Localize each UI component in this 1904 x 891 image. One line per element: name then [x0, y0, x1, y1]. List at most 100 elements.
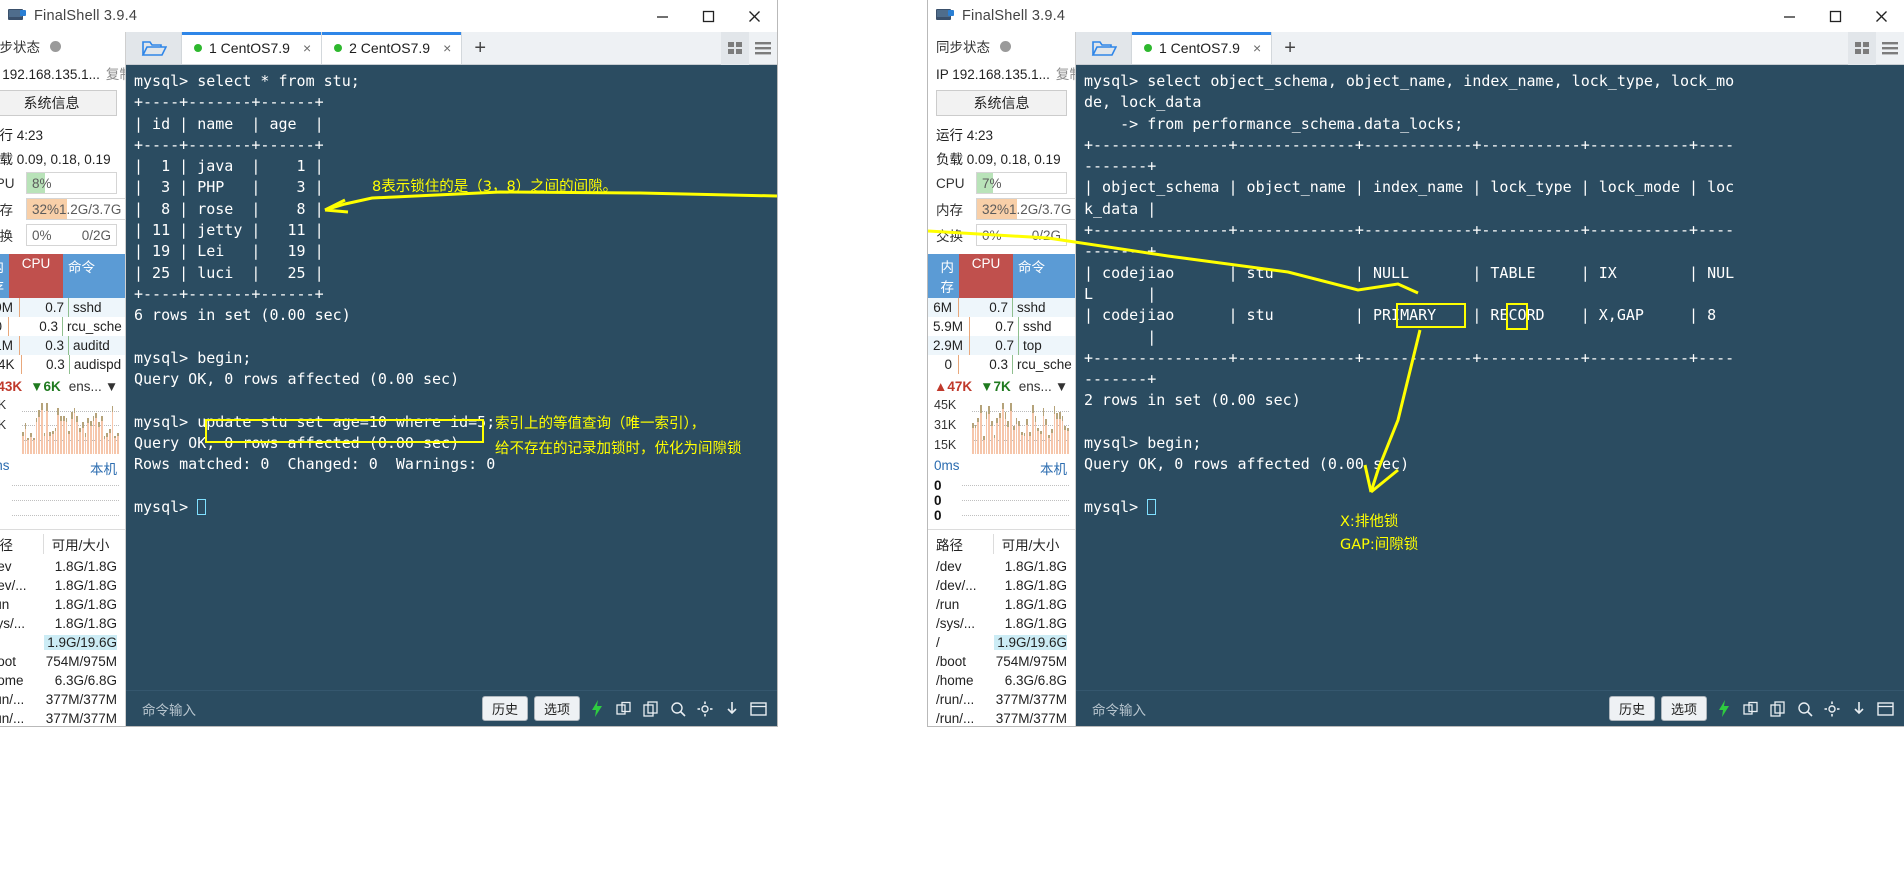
process-row[interactable]: 5.9M0.7sshd	[928, 317, 1075, 336]
terminal-cursor	[197, 498, 207, 515]
process-row[interactable]: 5.9M0.7sshd	[0, 298, 125, 317]
disk-row[interactable]: /sys/... 1.8G/1.8G	[0, 614, 125, 633]
uptime-label: 运行 4:23	[0, 128, 44, 143]
tab-close-icon[interactable]: ×	[443, 40, 451, 56]
copy-ip-button[interactable]: 复制	[1056, 63, 1075, 83]
disk-row[interactable]: /run/... 377M/377M	[0, 690, 125, 709]
tab-2[interactable]: 2 CentOS7.9 ×	[322, 32, 463, 64]
copy-icon[interactable]	[640, 698, 661, 719]
disk-row[interactable]: /boot 754M/975M	[928, 652, 1075, 671]
process-table-right: 6M 0.7 sshd 5.9M 0.7 sshd 2.9M 0.7 top 0 0.3 rcu_sc…	[928, 298, 1075, 374]
minimize-button[interactable]	[639, 0, 685, 32]
terminal-output-left[interactable]: mysql> select * from stu; +----+-------+-…	[126, 65, 777, 690]
swap-meter-row: 交换 0% 0/2G	[0, 222, 125, 248]
copy-ip-button[interactable]: 复制	[106, 63, 125, 83]
process-row[interactable]: 00.3 rcu_sche	[0, 317, 125, 336]
history-button[interactable]: 历史	[481, 696, 528, 721]
fullscreen-icon[interactable]	[1875, 698, 1896, 719]
load-average-label: 负载 0.09, 0.18, 0.19	[0, 152, 111, 167]
tab-1[interactable]: 1 CentOS7.9 ×	[182, 32, 323, 64]
process-row[interactable]: 6M 0.7 sshd	[928, 298, 1075, 317]
command-input-right[interactable]: 命令输入	[1084, 699, 1146, 719]
command-input-left[interactable]: 命令输入	[134, 699, 196, 719]
disk-row[interactable]: /dev/... 1.8G/1.8G	[0, 576, 125, 595]
transfer-icon[interactable]	[613, 698, 634, 719]
close-button[interactable]	[1858, 0, 1904, 32]
close-button[interactable]	[731, 0, 777, 32]
process-row[interactable]: 904K0.3audispd	[0, 355, 125, 374]
disk-row[interactable]: /1.9G/19.6G	[928, 633, 1075, 652]
bottom-actions-right: 历史 选项	[1608, 696, 1896, 721]
process-header-cpu[interactable]: CPU	[9, 254, 63, 298]
fullscreen-icon[interactable]	[748, 698, 769, 719]
system-info-button[interactable]: 系统信息	[936, 90, 1067, 116]
split-layout-icon[interactable]	[721, 31, 749, 65]
process-table-header: 内存 CPU 命令	[928, 254, 1075, 298]
transfer-icon[interactable]	[1740, 698, 1761, 719]
disk-path: /dev/...	[936, 578, 977, 593]
process-header-cpu[interactable]: CPU	[959, 254, 1013, 298]
process-header-command[interactable]: 命令	[1013, 254, 1075, 298]
copy-icon[interactable]	[1767, 698, 1788, 719]
menu-icon[interactable]	[749, 32, 777, 65]
options-button[interactable]: 选项	[1660, 696, 1707, 721]
menu-icon[interactable]	[1876, 32, 1904, 65]
search-icon[interactable]	[1794, 698, 1815, 719]
disk-row[interactable]: /dev/... 1.8G/1.8G	[928, 576, 1075, 595]
disk-row[interactable]: /run/... 377M/377M	[0, 709, 125, 726]
finalshell-window-left: FinalShell 3.9.4 同步状态 IP 192.168.135.	[0, 0, 777, 726]
terminal-line: | 3 | PHP | 3 |	[134, 178, 324, 197]
new-tab-button[interactable]: +	[462, 32, 498, 64]
network-bar	[982, 436, 985, 454]
terminal-output-right[interactable]: mysql> select object_schema, object_name…	[1076, 65, 1904, 690]
maximize-button[interactable]	[685, 0, 731, 32]
process-row[interactable]: 00.3 rcu_sche	[928, 355, 1075, 374]
download-icon[interactable]	[1848, 698, 1869, 719]
options-button[interactable]: 选项	[533, 696, 580, 721]
tab-close-icon[interactable]: ×	[1253, 40, 1261, 56]
open-folder-button[interactable]	[126, 32, 182, 64]
gear-icon[interactable]	[694, 698, 715, 719]
gear-icon[interactable]	[1821, 698, 1842, 719]
disk-row[interactable]: /1.9G/19.6G	[0, 633, 125, 652]
disk-row[interactable]: /dev 1.8G/1.8G	[928, 557, 1075, 576]
disk-row[interactable]: /run 1.8G/1.8G	[0, 595, 125, 614]
latency-local-label: 本机	[90, 462, 117, 477]
tab-1[interactable]: 1 CentOS7.9 ×	[1132, 32, 1273, 64]
minimize-button[interactable]	[1766, 0, 1812, 32]
maximize-button[interactable]	[1812, 0, 1858, 32]
disk-row[interactable]: /home 6.3G/6.8G	[928, 671, 1075, 690]
new-tab-button[interactable]: +	[1272, 32, 1308, 64]
disk-row[interactable]: /dev 1.8G/1.8G	[0, 557, 125, 576]
split-layout-icon[interactable]	[1848, 31, 1876, 65]
sync-status-dot-icon	[1000, 40, 1011, 52]
disk-row[interactable]: /boot 754M/975M	[0, 652, 125, 671]
network-download: ▼7K	[980, 379, 1011, 394]
process-header-memory[interactable]: 内存	[928, 254, 959, 298]
search-icon[interactable]	[667, 698, 688, 719]
network-interface-selector[interactable]: ens... ▼	[69, 379, 118, 394]
latency-row-line	[12, 500, 119, 501]
lightning-icon[interactable]	[586, 698, 607, 719]
process-row[interactable]: 2.9M 0.7 top	[928, 336, 1075, 355]
lightning-icon[interactable]	[1713, 698, 1734, 719]
system-info-button[interactable]: 系统信息	[0, 90, 117, 116]
tab-close-icon[interactable]: ×	[303, 40, 311, 56]
disk-row[interactable]: /run/... 377M/377M	[928, 690, 1075, 709]
download-icon[interactable]	[721, 698, 742, 719]
disk-path: /run	[936, 597, 960, 612]
disk-row[interactable]: /home 6.3G/6.8G	[0, 671, 125, 690]
disk-size: 1.8G/1.8G	[1004, 597, 1067, 612]
terminal-line: mysql>	[1084, 497, 1904, 518]
process-cpu: 0.7	[20, 298, 70, 317]
history-button[interactable]: 历史	[1608, 696, 1655, 721]
disk-row[interactable]: /sys/... 1.8G/1.8G	[928, 614, 1075, 633]
process-header-memory[interactable]: 内存	[0, 254, 9, 298]
process-cpu: 0.7	[970, 317, 1020, 336]
process-row[interactable]: 1.1M0.3auditd	[0, 336, 125, 355]
open-folder-button[interactable]	[1076, 32, 1132, 64]
disk-row[interactable]: /run/... 377M/377M	[928, 709, 1075, 726]
disk-row[interactable]: /run 1.8G/1.8G	[928, 595, 1075, 614]
network-interface-selector[interactable]: ens... ▼	[1019, 379, 1068, 394]
process-header-command[interactable]: 命令	[63, 254, 125, 298]
